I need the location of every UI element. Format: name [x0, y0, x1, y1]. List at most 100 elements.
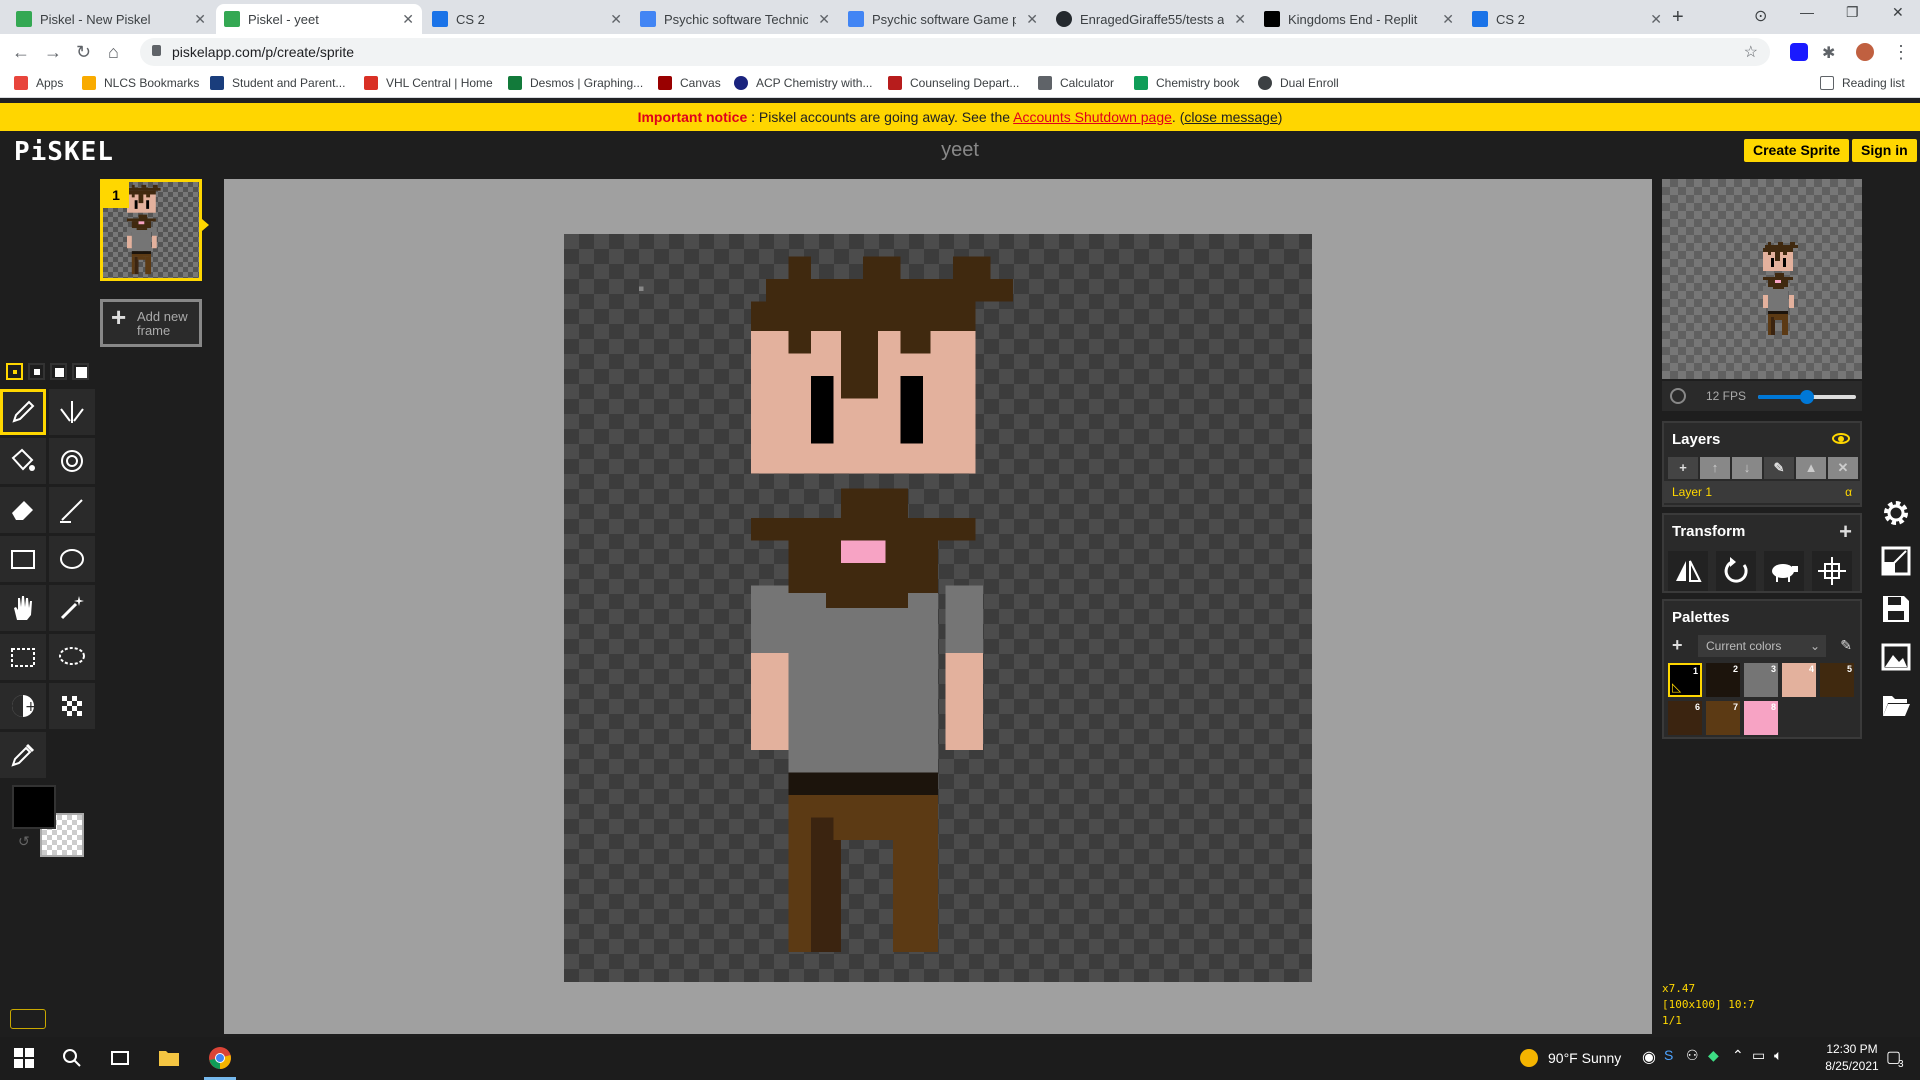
paint-bucket-tool[interactable]: [0, 438, 46, 484]
reload-icon[interactable]: ↻: [76, 42, 91, 63]
move-layer-up-button[interactable]: ↑: [1700, 457, 1730, 479]
weather-text[interactable]: 90°F Sunny: [1548, 1050, 1621, 1066]
lock-icon[interactable]: [152, 45, 161, 56]
resize-button[interactable]: [1872, 537, 1920, 583]
tab-close-icon[interactable]: ✕: [194, 11, 206, 28]
browser-tab-active[interactable]: Piskel - yeet ✕: [216, 4, 422, 34]
lighten-tool[interactable]: +: [0, 683, 46, 729]
move-layer-down-button[interactable]: ↓: [1732, 457, 1762, 479]
drawing-canvas[interactable]: [564, 234, 1312, 982]
pen-size-2[interactable]: [28, 363, 45, 380]
url-text[interactable]: piskelapp.com/p/create/sprite: [172, 44, 354, 60]
vertical-mirror-pen-tool[interactable]: [49, 389, 95, 435]
clone-button[interactable]: [1764, 551, 1804, 591]
layer-alpha[interactable]: α: [1845, 481, 1852, 503]
pen-size-4[interactable]: [72, 363, 89, 380]
minimize-button[interactable]: —: [1800, 4, 1814, 20]
tray-app-icon[interactable]: ◉: [1642, 1047, 1656, 1067]
search-icon[interactable]: [62, 1048, 82, 1068]
palette-swatch[interactable]: 6: [1668, 701, 1702, 735]
browser-tab[interactable]: Psychic software Game pit ✕: [840, 4, 1046, 34]
delete-layer-button[interactable]: ✕: [1828, 457, 1858, 479]
system-clock[interactable]: 12:30 PM 8/25/2021: [1822, 1041, 1882, 1075]
network-icon[interactable]: ▭: [1752, 1047, 1765, 1064]
sprite-drawing[interactable]: [564, 234, 1312, 982]
tray-s-icon[interactable]: S: [1664, 1047, 1673, 1063]
reading-list[interactable]: Reading list: [1820, 76, 1905, 90]
onion-skin-icon[interactable]: [1670, 388, 1686, 404]
edit-palette-icon[interactable]: ✎: [1840, 637, 1852, 654]
palette-swatch[interactable]: 5: [1820, 663, 1854, 697]
accounts-shutdown-link[interactable]: Accounts Shutdown page: [1013, 109, 1172, 125]
export-button[interactable]: [1872, 633, 1920, 679]
new-tab-button[interactable]: +: [1672, 6, 1684, 29]
color-picker-tool[interactable]: [0, 732, 46, 778]
align-center-button[interactable]: [1812, 551, 1852, 591]
tab-close-icon[interactable]: ✕: [610, 11, 622, 28]
tab-close-icon[interactable]: ✕: [1442, 11, 1454, 28]
add-palette-icon[interactable]: +: [1672, 635, 1683, 656]
import-button[interactable]: [1872, 681, 1920, 727]
transform-expand-icon[interactable]: +: [1839, 519, 1852, 545]
shape-selection-tool[interactable]: [49, 585, 95, 631]
rotate-button[interactable]: [1716, 551, 1756, 591]
palette-swatch[interactable]: 8: [1744, 701, 1778, 735]
bookmark-link[interactable]: Calculator: [1038, 76, 1114, 90]
tab-close-icon[interactable]: ✕: [1234, 11, 1246, 28]
browser-tab[interactable]: EnragedGiraffe55/tests at ✕: [1048, 4, 1254, 34]
close-message-link[interactable]: close message: [1184, 109, 1277, 125]
fps-slider-handle[interactable]: [1800, 390, 1814, 404]
show-hidden-icons[interactable]: ⌃: [1732, 1047, 1744, 1064]
move-tool[interactable]: [0, 585, 46, 631]
task-view-icon[interactable]: [110, 1048, 130, 1068]
restore-button[interactable]: ❐: [1846, 4, 1859, 21]
stroke-tool[interactable]: [49, 487, 95, 533]
bookmark-link[interactable]: VHL Central | Home: [364, 76, 493, 90]
frame-thumbnail[interactable]: 1: [100, 179, 202, 281]
profile-avatar-icon[interactable]: [1856, 43, 1874, 61]
puzzle-extensions-icon[interactable]: ✱: [1822, 43, 1840, 62]
tab-close-icon[interactable]: ✕: [1650, 11, 1662, 28]
save-button[interactable]: [1872, 585, 1920, 631]
lasso-selection-tool[interactable]: [49, 634, 95, 680]
tab-search-icon[interactable]: ⊙: [1754, 6, 1767, 26]
windows-start-icon[interactable]: [14, 1048, 34, 1068]
browser-tab[interactable]: CS 2 ✕: [1464, 4, 1670, 34]
palette-swatch[interactable]: 4: [1782, 663, 1816, 697]
rectangle-tool[interactable]: [0, 536, 46, 582]
browser-tab[interactable]: Psychic software Technical ✕: [632, 4, 838, 34]
home-icon[interactable]: ⌂: [108, 42, 119, 63]
tab-close-icon[interactable]: ✕: [1026, 11, 1038, 28]
add-new-frame-button[interactable]: + Add new frame: [100, 299, 202, 347]
browser-tab[interactable]: Kingdoms End - Replit ✕: [1256, 4, 1462, 34]
back-icon[interactable]: ←: [12, 42, 30, 63]
bookmark-star-icon[interactable]: ☆: [1744, 42, 1758, 62]
bookmark-link[interactable]: ACP Chemistry with...: [734, 76, 872, 90]
bookmark-apps[interactable]: Apps: [14, 76, 63, 90]
bookmark-link[interactable]: Chemistry book: [1134, 76, 1239, 90]
fps-slider[interactable]: [1758, 390, 1856, 404]
bookmark-link[interactable]: Desmos | Graphing...: [508, 76, 643, 90]
tab-close-icon[interactable]: ✕: [402, 11, 414, 28]
sign-in-button[interactable]: Sign in: [1852, 139, 1917, 162]
tab-close-icon[interactable]: ✕: [818, 11, 830, 28]
volume-icon[interactable]: 🔈︎: [1774, 1047, 1782, 1064]
palette-swatch[interactable]: 2: [1706, 663, 1740, 697]
omnibox[interactable]: piskelapp.com/p/create/sprite ☆: [140, 38, 1770, 66]
bookmark-link[interactable]: Dual Enroll: [1258, 76, 1339, 90]
palette-swatch[interactable]: 7: [1706, 701, 1740, 735]
merge-layer-button[interactable]: ▲: [1796, 457, 1826, 479]
forward-icon[interactable]: →: [44, 42, 62, 63]
add-layer-button[interactable]: +: [1668, 457, 1698, 479]
bookmark-folder[interactable]: NLCS Bookmarks: [82, 76, 199, 90]
pen-size-3[interactable]: [50, 363, 67, 380]
chrome-menu-icon[interactable]: ⋮: [1892, 42, 1910, 63]
bookmark-link[interactable]: Counseling Depart...: [888, 76, 1019, 90]
create-sprite-button[interactable]: Create Sprite: [1744, 139, 1850, 162]
dithering-tool[interactable]: [49, 683, 95, 729]
settings-button[interactable]: [1872, 489, 1920, 535]
bookmark-link[interactable]: Canvas: [658, 76, 721, 90]
eye-visibility-icon[interactable]: [1832, 433, 1850, 444]
paint-same-pixels-tool[interactable]: [49, 438, 95, 484]
palette-swatch[interactable]: 1 ◺: [1668, 663, 1702, 697]
